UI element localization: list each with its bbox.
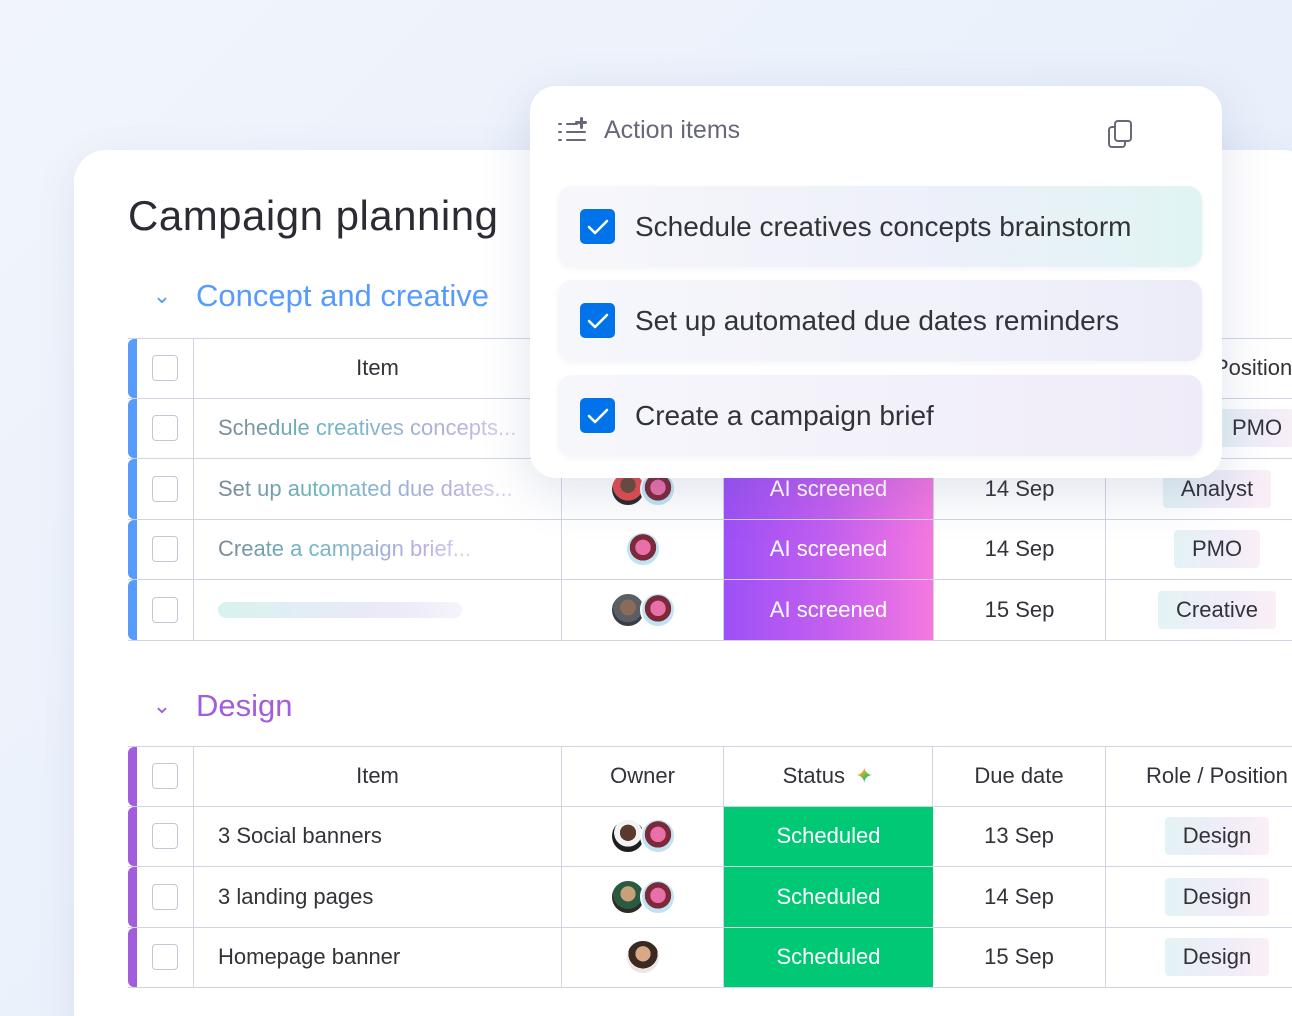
action-item[interactable]: Create a campaign brief (558, 375, 1202, 456)
table-row[interactable]: AI screened 15 Sep Creative (128, 580, 1292, 641)
avatar[interactable] (639, 818, 676, 855)
group-name: Concept and creative (196, 278, 489, 313)
table-row[interactable]: 3 landing pages Scheduled 14 Sep Design (128, 867, 1292, 928)
row-checkbox[interactable] (152, 475, 178, 502)
group-color-bar (128, 747, 137, 806)
chevron-down-icon[interactable]: ⌄ (150, 283, 174, 309)
popup-title: Action items (604, 116, 741, 144)
action-item-label: Schedule creatives concepts brainstorm (635, 210, 1132, 242)
action-item-label: Set up automated due dates reminders (635, 304, 1120, 336)
select-all-checkbox[interactable] (152, 355, 178, 382)
owner-cell[interactable] (562, 519, 724, 579)
role-pill: Design (1164, 877, 1270, 916)
sparkle-icon: ✦ (854, 763, 874, 789)
role-cell[interactable]: Design (1106, 928, 1292, 988)
role-cell[interactable]: Design (1106, 807, 1292, 867)
role-pill: Design (1164, 938, 1270, 977)
checkbox-checked-icon[interactable] (580, 209, 615, 244)
column-header-item[interactable]: Item (194, 339, 562, 398)
owner-cell[interactable] (562, 927, 724, 987)
avatar[interactable] (624, 531, 661, 568)
role-pill: PMO (1173, 530, 1261, 569)
table-row[interactable]: 3 Social banners Scheduled 13 Sep Design (128, 806, 1292, 867)
item-name[interactable]: Schedule creatives concepts... (218, 415, 516, 441)
role-header-label: Role / Position (1146, 763, 1288, 789)
checkbox-checked-icon[interactable] (580, 398, 615, 433)
status-cell[interactable]: AI screened (724, 519, 933, 579)
owner-cell[interactable] (562, 867, 724, 927)
row-checkbox[interactable] (152, 823, 178, 850)
copy-icon[interactable] (1108, 120, 1134, 150)
row-checkbox[interactable] (152, 596, 178, 623)
column-header-status[interactable]: Status ✦ (724, 747, 933, 806)
avatar[interactable] (624, 939, 661, 976)
column-header-item[interactable]: Item (194, 747, 562, 806)
due-date-cell[interactable]: 14 Sep (933, 867, 1106, 927)
table-header: Item Owner Status ✦ Due date Role / Posi… (128, 746, 1292, 807)
due-date-cell[interactable]: 15 Sep (933, 927, 1106, 987)
avatar[interactable] (639, 878, 676, 915)
group-name: Design (196, 688, 293, 723)
action-item[interactable]: Set up automated due dates reminders (558, 280, 1202, 361)
row-checkbox[interactable] (152, 536, 178, 563)
status-cell[interactable]: Scheduled (724, 806, 933, 866)
role-pill: Design (1164, 817, 1270, 856)
loading-placeholder (218, 601, 462, 618)
popup-header: Action items (558, 116, 740, 145)
group-header-concept[interactable]: ⌄ Concept and creative (150, 278, 489, 314)
status-header-label: Status (782, 763, 845, 789)
row-checkbox[interactable] (152, 883, 178, 910)
action-items-popup: Action items Schedule creatives concepts… (530, 86, 1222, 478)
group-table-design: Item Owner Status ✦ Due date Role / Posi… (128, 746, 1292, 988)
item-name[interactable]: Create a campaign brief... (218, 536, 471, 562)
role-cell[interactable]: PMO (1106, 520, 1292, 580)
item-name[interactable]: Set up automated due dates... (218, 476, 513, 502)
table-row[interactable]: Create a campaign brief... AI screened 1… (128, 519, 1292, 580)
group-header-design[interactable]: ⌄ Design (150, 688, 293, 724)
role-pill: Creative (1158, 590, 1276, 629)
column-header-due[interactable]: Due date (933, 747, 1106, 806)
list-sparkle-icon (558, 116, 588, 145)
role-pill: PMO (1214, 409, 1292, 448)
item-name[interactable]: Homepage banner (194, 927, 562, 987)
role-cell[interactable]: Design (1106, 867, 1292, 927)
due-date-cell[interactable]: 13 Sep (933, 806, 1106, 866)
status-cell[interactable]: Scheduled (724, 867, 933, 927)
chevron-down-icon[interactable]: ⌄ (150, 693, 174, 719)
due-date-cell[interactable]: 15 Sep (933, 580, 1106, 640)
action-item[interactable]: Schedule creatives concepts brainstorm (558, 186, 1202, 267)
group-color-bar (128, 339, 137, 398)
row-checkbox[interactable] (152, 415, 178, 442)
role-cell[interactable]: Creative (1106, 580, 1292, 640)
select-all-checkbox[interactable] (152, 763, 178, 790)
status-cell[interactable]: AI screened (724, 580, 933, 640)
status-cell[interactable]: Scheduled (724, 927, 933, 987)
row-checkbox[interactable] (152, 944, 178, 971)
checkbox-checked-icon[interactable] (580, 303, 615, 338)
column-header-owner[interactable]: Owner (562, 747, 724, 806)
avatar[interactable] (639, 591, 676, 628)
page-title: Campaign planning (128, 192, 499, 239)
item-name[interactable]: 3 landing pages (194, 867, 562, 927)
owner-cell[interactable] (562, 806, 724, 866)
action-item-label: Create a campaign brief (635, 399, 934, 431)
column-header-role[interactable]: Role / Position (1106, 747, 1292, 806)
owner-cell[interactable] (562, 580, 724, 640)
due-date-cell[interactable]: 14 Sep (933, 519, 1106, 579)
table-row[interactable]: Homepage banner Scheduled 15 Sep Design (128, 927, 1292, 988)
item-name[interactable]: 3 Social banners (194, 806, 562, 866)
